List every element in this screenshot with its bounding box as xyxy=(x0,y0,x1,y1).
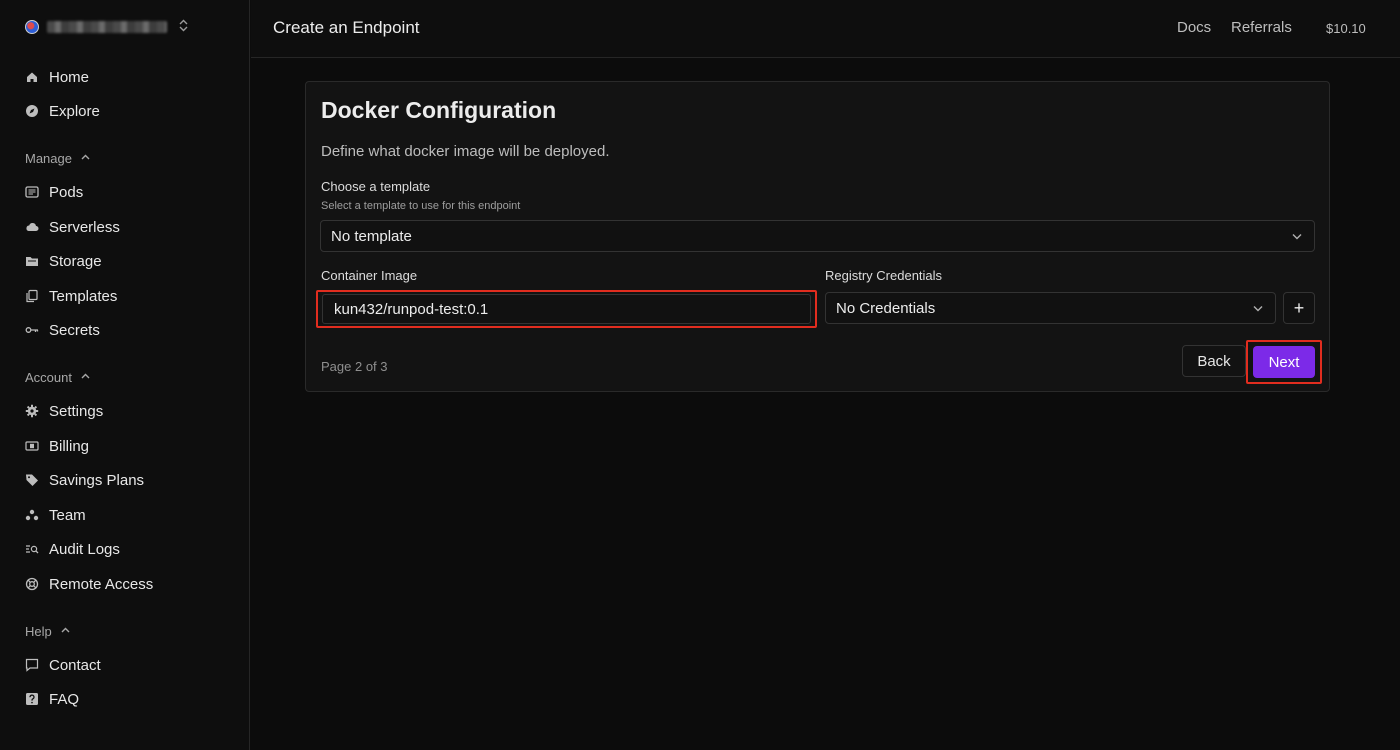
page-title: Create an Endpoint xyxy=(273,18,420,37)
add-credentials-button[interactable]: + xyxy=(1283,292,1315,324)
sidebar-item-label: Settings xyxy=(49,402,104,420)
sidebar-item-pods[interactable]: Pods xyxy=(25,180,235,204)
section-manage[interactable]: Manage xyxy=(25,149,91,167)
section-account[interactable]: Account xyxy=(25,368,91,386)
sidebar-item-secrets[interactable]: Secrets xyxy=(25,318,235,342)
question-icon xyxy=(25,692,39,706)
sidebar-item-contact[interactable]: Contact xyxy=(25,653,235,677)
home-icon xyxy=(25,70,39,84)
container-image-input[interactable] xyxy=(322,294,811,324)
team-icon xyxy=(25,508,39,522)
sidebar-item-settings[interactable]: Settings xyxy=(25,399,235,423)
sidebar-item-faq[interactable]: FAQ xyxy=(25,687,235,711)
sidebar-item-storage[interactable]: Storage xyxy=(25,249,235,273)
tag-icon xyxy=(25,473,39,487)
sidebar-item-label: FAQ xyxy=(49,690,80,708)
billing-icon xyxy=(25,439,39,453)
sidebar-item-label: Pods xyxy=(49,183,84,201)
sidebar-item-label: Remote Access xyxy=(49,575,154,593)
sidebar-item-label: Templates xyxy=(49,287,118,305)
template-label: Choose a template xyxy=(321,179,431,194)
docs-link[interactable]: Docs xyxy=(1177,19,1211,36)
referrals-link[interactable]: Referrals xyxy=(1231,19,1292,36)
card-description: Define what docker image will be deploye… xyxy=(321,143,610,160)
template-select[interactable]: No template xyxy=(320,220,1315,252)
container-image-label: Container Image xyxy=(321,268,418,283)
sidebar-item-serverless[interactable]: Serverless xyxy=(25,215,235,239)
sidebar-item-label: Storage xyxy=(49,252,102,270)
org-switcher[interactable] xyxy=(25,17,188,37)
sidebar-item-templates[interactable]: Templates xyxy=(25,284,235,308)
sidebar-item-billing[interactable]: Billing xyxy=(25,434,235,458)
card-title: Docker Configuration xyxy=(321,97,557,123)
section-label: Help xyxy=(25,623,52,639)
sidebar-item-label: Contact xyxy=(49,656,101,674)
sidebar-item-label: Billing xyxy=(49,437,90,455)
sidebar-item-label: Secrets xyxy=(49,321,100,339)
sidebar-item-savings-plans[interactable]: Savings Plans xyxy=(25,468,235,492)
next-button-highlight: Next xyxy=(1246,340,1322,384)
next-button[interactable]: Next xyxy=(1253,346,1315,378)
back-button[interactable]: Back xyxy=(1182,345,1246,377)
template-sublabel: Select a template to use for this endpoi… xyxy=(321,200,521,212)
chevron-up-icon xyxy=(60,624,71,639)
pods-icon xyxy=(25,185,39,199)
sidebar-item-audit-logs[interactable]: Audit Logs xyxy=(25,537,235,561)
sidebar: Home Explore Manage Pods Serverless Stor… xyxy=(0,0,250,750)
registry-credentials-select[interactable]: No Credentials xyxy=(825,292,1276,324)
topbar: Create an Endpoint Docs Referrals $10.10 xyxy=(251,0,1400,58)
chevron-updown-icon xyxy=(179,19,188,35)
sidebar-item-remote-access[interactable]: Remote Access xyxy=(25,572,235,596)
template-select-value: No template xyxy=(331,227,412,245)
folder-icon xyxy=(25,254,39,268)
docker-configuration-card: Docker Configuration Define what docker … xyxy=(305,81,1330,392)
sidebar-item-home[interactable]: Home xyxy=(25,65,235,89)
chat-icon xyxy=(25,658,39,672)
chevron-up-icon xyxy=(80,370,91,385)
section-help[interactable]: Help xyxy=(25,622,71,640)
sidebar-item-label: Audit Logs xyxy=(49,540,120,558)
key-icon xyxy=(25,323,39,337)
page-indicator: Page 2 of 3 xyxy=(321,359,388,374)
sidebar-item-label: Savings Plans xyxy=(49,471,145,489)
copy-icon xyxy=(25,289,39,303)
sidebar-item-explore[interactable]: Explore xyxy=(25,99,235,123)
app: Home Explore Manage Pods Serverless Stor… xyxy=(0,0,1400,750)
org-name-redacted xyxy=(47,21,167,33)
sidebar-item-label: Explore xyxy=(49,102,100,120)
audit-icon xyxy=(25,542,39,556)
registry-credentials-value: No Credentials xyxy=(836,299,936,317)
gear-icon xyxy=(25,404,39,418)
sidebar-item-team[interactable]: Team xyxy=(25,503,235,527)
section-label: Account xyxy=(25,369,72,385)
lifebuoy-icon xyxy=(25,577,39,591)
account-balance[interactable]: $10.10 xyxy=(1326,21,1366,36)
org-logo xyxy=(25,20,39,34)
chevron-down-icon xyxy=(1290,229,1304,243)
chevron-up-icon xyxy=(80,151,91,166)
compass-icon xyxy=(25,104,39,118)
chevron-down-icon xyxy=(1251,301,1265,315)
container-image-highlight xyxy=(316,290,817,328)
cloud-icon xyxy=(25,220,39,234)
registry-credentials-label: Registry Credentials xyxy=(825,268,943,283)
sidebar-item-label: Team xyxy=(49,506,86,524)
section-label: Manage xyxy=(25,150,72,166)
sidebar-item-label: Home xyxy=(49,68,90,86)
sidebar-item-label: Serverless xyxy=(49,218,120,236)
